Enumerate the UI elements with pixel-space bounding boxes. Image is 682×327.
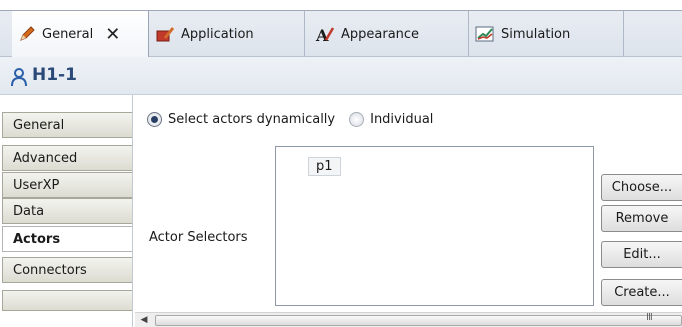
nav-item-label: Actors [13, 231, 61, 247]
nav-item-label: UserXP [13, 177, 60, 193]
page-title: H1-1 [32, 65, 77, 85]
tab-application-label: Application [181, 26, 254, 42]
edit-button[interactable]: Edit... [601, 241, 682, 268]
actor-selectors-list[interactable]: p1 [275, 146, 594, 306]
nav-item-data[interactable]: Data [2, 198, 132, 224]
actor-selectors-label: Actor Selectors [149, 230, 248, 245]
tab-appearance-label: Appearance [341, 26, 420, 42]
nav-item-empty [2, 290, 132, 311]
editor-tab-bar: General ✕ Application A Appearance Simul… [0, 11, 682, 57]
tab-general[interactable]: General ✕ [12, 11, 149, 57]
choose-button[interactable]: Choose... [601, 174, 682, 201]
radio-individual[interactable] [349, 111, 365, 127]
person-icon [11, 68, 27, 87]
scrollbar-thumb[interactable]: III [155, 312, 682, 326]
radio-select-dynamically[interactable] [147, 111, 162, 127]
nav-item-label: General [13, 117, 65, 133]
nav-item-label: Connectors [13, 262, 87, 278]
nav-item-advanced[interactable]: Advanced [2, 145, 132, 171]
radio-select-dynamically-label: Select actors dynamically [168, 111, 336, 127]
nav-item-connectors[interactable]: Connectors [2, 257, 132, 283]
tab-simulation[interactable]: Simulation [469, 11, 624, 57]
tab-simulation-label: Simulation [501, 26, 571, 42]
nav-item-general[interactable]: General [2, 112, 132, 138]
tab-close-icon[interactable]: ✕ [105, 24, 120, 45]
tab-application[interactable]: Application [149, 11, 305, 57]
nav-item-actors[interactable]: Actors [2, 226, 132, 252]
nav-item-label: Advanced [13, 150, 78, 166]
scroll-left-icon[interactable]: ◀ [135, 313, 153, 327]
tab-appearance[interactable]: A Appearance [305, 11, 469, 57]
window-top-edge [0, 0, 682, 10]
radio-individual-label: Individual [370, 111, 434, 127]
page-nav: General Advanced UserXP Data Actors Conn… [0, 95, 133, 327]
grip-icon: III [646, 312, 653, 323]
nav-item-userxp[interactable]: UserXP [2, 172, 132, 198]
create-button[interactable]: Create... [601, 279, 682, 306]
application-icon [156, 27, 175, 42]
simulation-icon [475, 26, 494, 42]
nav-item-label: Data [13, 203, 45, 219]
list-item[interactable]: p1 [308, 157, 341, 176]
pencil-icon [20, 26, 35, 41]
editor-header: H1-1 [0, 57, 682, 95]
horizontal-scrollbar[interactable]: ◀ III [135, 312, 682, 327]
remove-button[interactable]: Remove [601, 205, 682, 232]
actor-mode-radio-group: Select actors dynamically Individual [147, 108, 447, 130]
appearance-icon: A [315, 26, 335, 43]
tab-general-label: General [42, 26, 94, 42]
